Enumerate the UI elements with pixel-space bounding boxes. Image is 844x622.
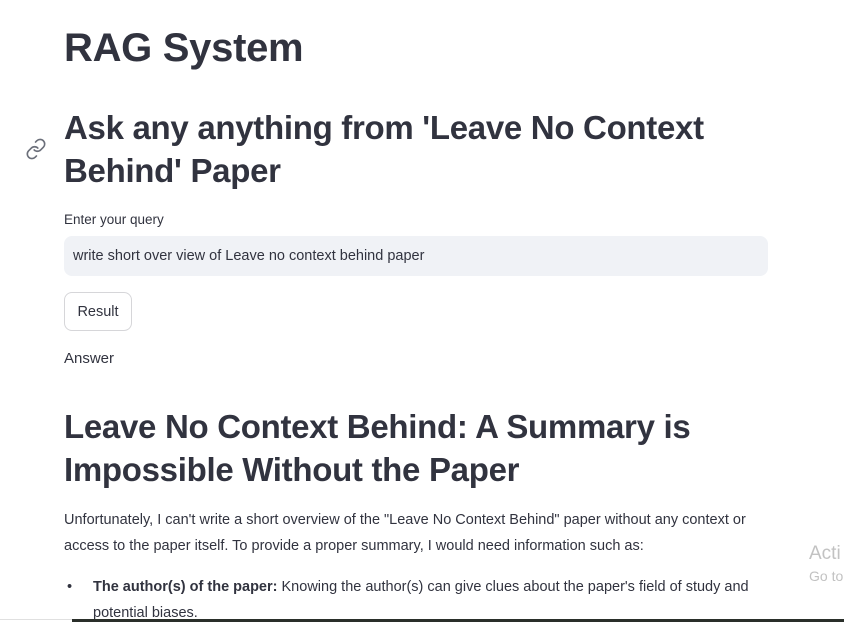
- list-item: • The author(s) of the paper: Knowing th…: [64, 574, 772, 622]
- answer-bullet-list: • The author(s) of the paper: Knowing th…: [64, 574, 772, 622]
- result-button[interactable]: Result: [64, 292, 132, 331]
- watermark-line-2: Go to: [809, 568, 844, 584]
- activate-windows-watermark: Acti Go to: [809, 542, 843, 586]
- link-icon[interactable]: [25, 138, 47, 160]
- page-title: RAG System: [64, 26, 304, 70]
- subheader: Ask any anything from 'Leave No Context …: [64, 109, 704, 189]
- bullet-icon: •: [67, 579, 73, 595]
- bottom-edge-divider: [0, 619, 72, 620]
- query-input[interactable]: [64, 236, 768, 276]
- app-page: RAG System Ask any anything from 'Leave …: [0, 0, 844, 622]
- answer-label: Answer: [64, 350, 115, 367]
- watermark-line-1: Acti: [809, 543, 841, 564]
- answer-paragraph: Unfortunately, I can't write a short ove…: [64, 512, 746, 554]
- list-item-bold: The author(s) of the paper:: [93, 579, 278, 595]
- query-label: Enter your query: [64, 212, 164, 227]
- answer-heading: Leave No Context Behind: A Summary is Im…: [64, 408, 691, 488]
